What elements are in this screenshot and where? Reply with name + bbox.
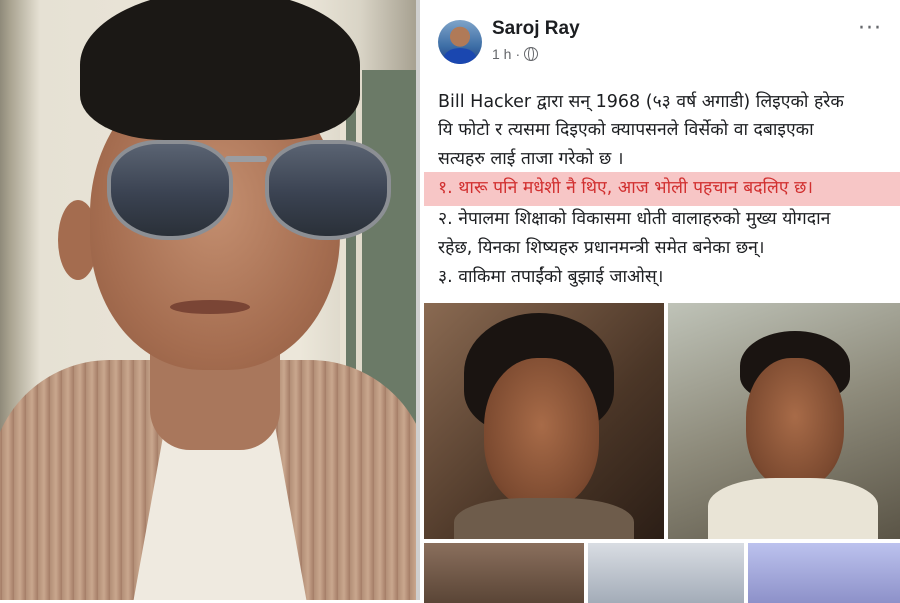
post-text-line: २. नेपालमा शिक्षाको विकासमा धोती वालाहरु… xyxy=(438,209,831,229)
avatar-body xyxy=(444,48,476,64)
kid-face xyxy=(746,358,844,488)
hair xyxy=(80,0,360,140)
separator-dot: · xyxy=(515,46,521,62)
sunglasses-right-lens xyxy=(265,140,391,240)
post-photo-1[interactable] xyxy=(424,303,664,539)
post-photo-grid xyxy=(424,303,900,603)
kid-shirt xyxy=(454,498,634,539)
post-time[interactable]: 1 h xyxy=(492,46,511,62)
sunglasses xyxy=(95,130,395,250)
sunglasses-left-lens xyxy=(107,140,233,240)
author-avatar[interactable] xyxy=(438,20,482,64)
profile-photo xyxy=(0,0,416,600)
post-text-line: ३. वाकिमा तपाईंको बुझाई जाओस्। xyxy=(438,267,664,287)
post-text-line: यि फोटो र त्यसमा दिइएको क्यापसनले विर्से… xyxy=(438,120,814,140)
author-name[interactable]: Saroj Ray xyxy=(492,18,580,40)
sunglasses-bridge xyxy=(225,156,267,162)
globe-icon[interactable] xyxy=(524,47,539,61)
kid-face xyxy=(484,358,599,508)
post-text-line: रहेछ, यिनका शिष्यहरु प्रधानमन्त्री समेत … xyxy=(438,238,765,258)
post-text-line: सत्यहरु लाई ताजा गरेको छ । xyxy=(438,149,624,169)
mouth xyxy=(170,300,250,314)
post-photo-2[interactable] xyxy=(668,303,900,539)
post-photo-3[interactable] xyxy=(424,543,584,603)
kid-shirt xyxy=(708,478,878,539)
post-meta: 1 h · xyxy=(492,46,539,62)
post-photo-4[interactable] xyxy=(588,543,744,603)
post-text-line: Bill Hacker द्वारा सन् 1968 (५३ वर्ष अगा… xyxy=(438,92,844,112)
more-horizontal-icon[interactable]: ··· xyxy=(858,16,882,41)
highlighted-text-line: १. थारू पनि मधेशी नै थिए, आज भोली पहचान … xyxy=(438,178,814,198)
social-post: Saroj Ray 1 h · ··· Bill Hacker द्वारा स… xyxy=(416,0,900,603)
post-photo-5[interactable] xyxy=(748,543,900,603)
